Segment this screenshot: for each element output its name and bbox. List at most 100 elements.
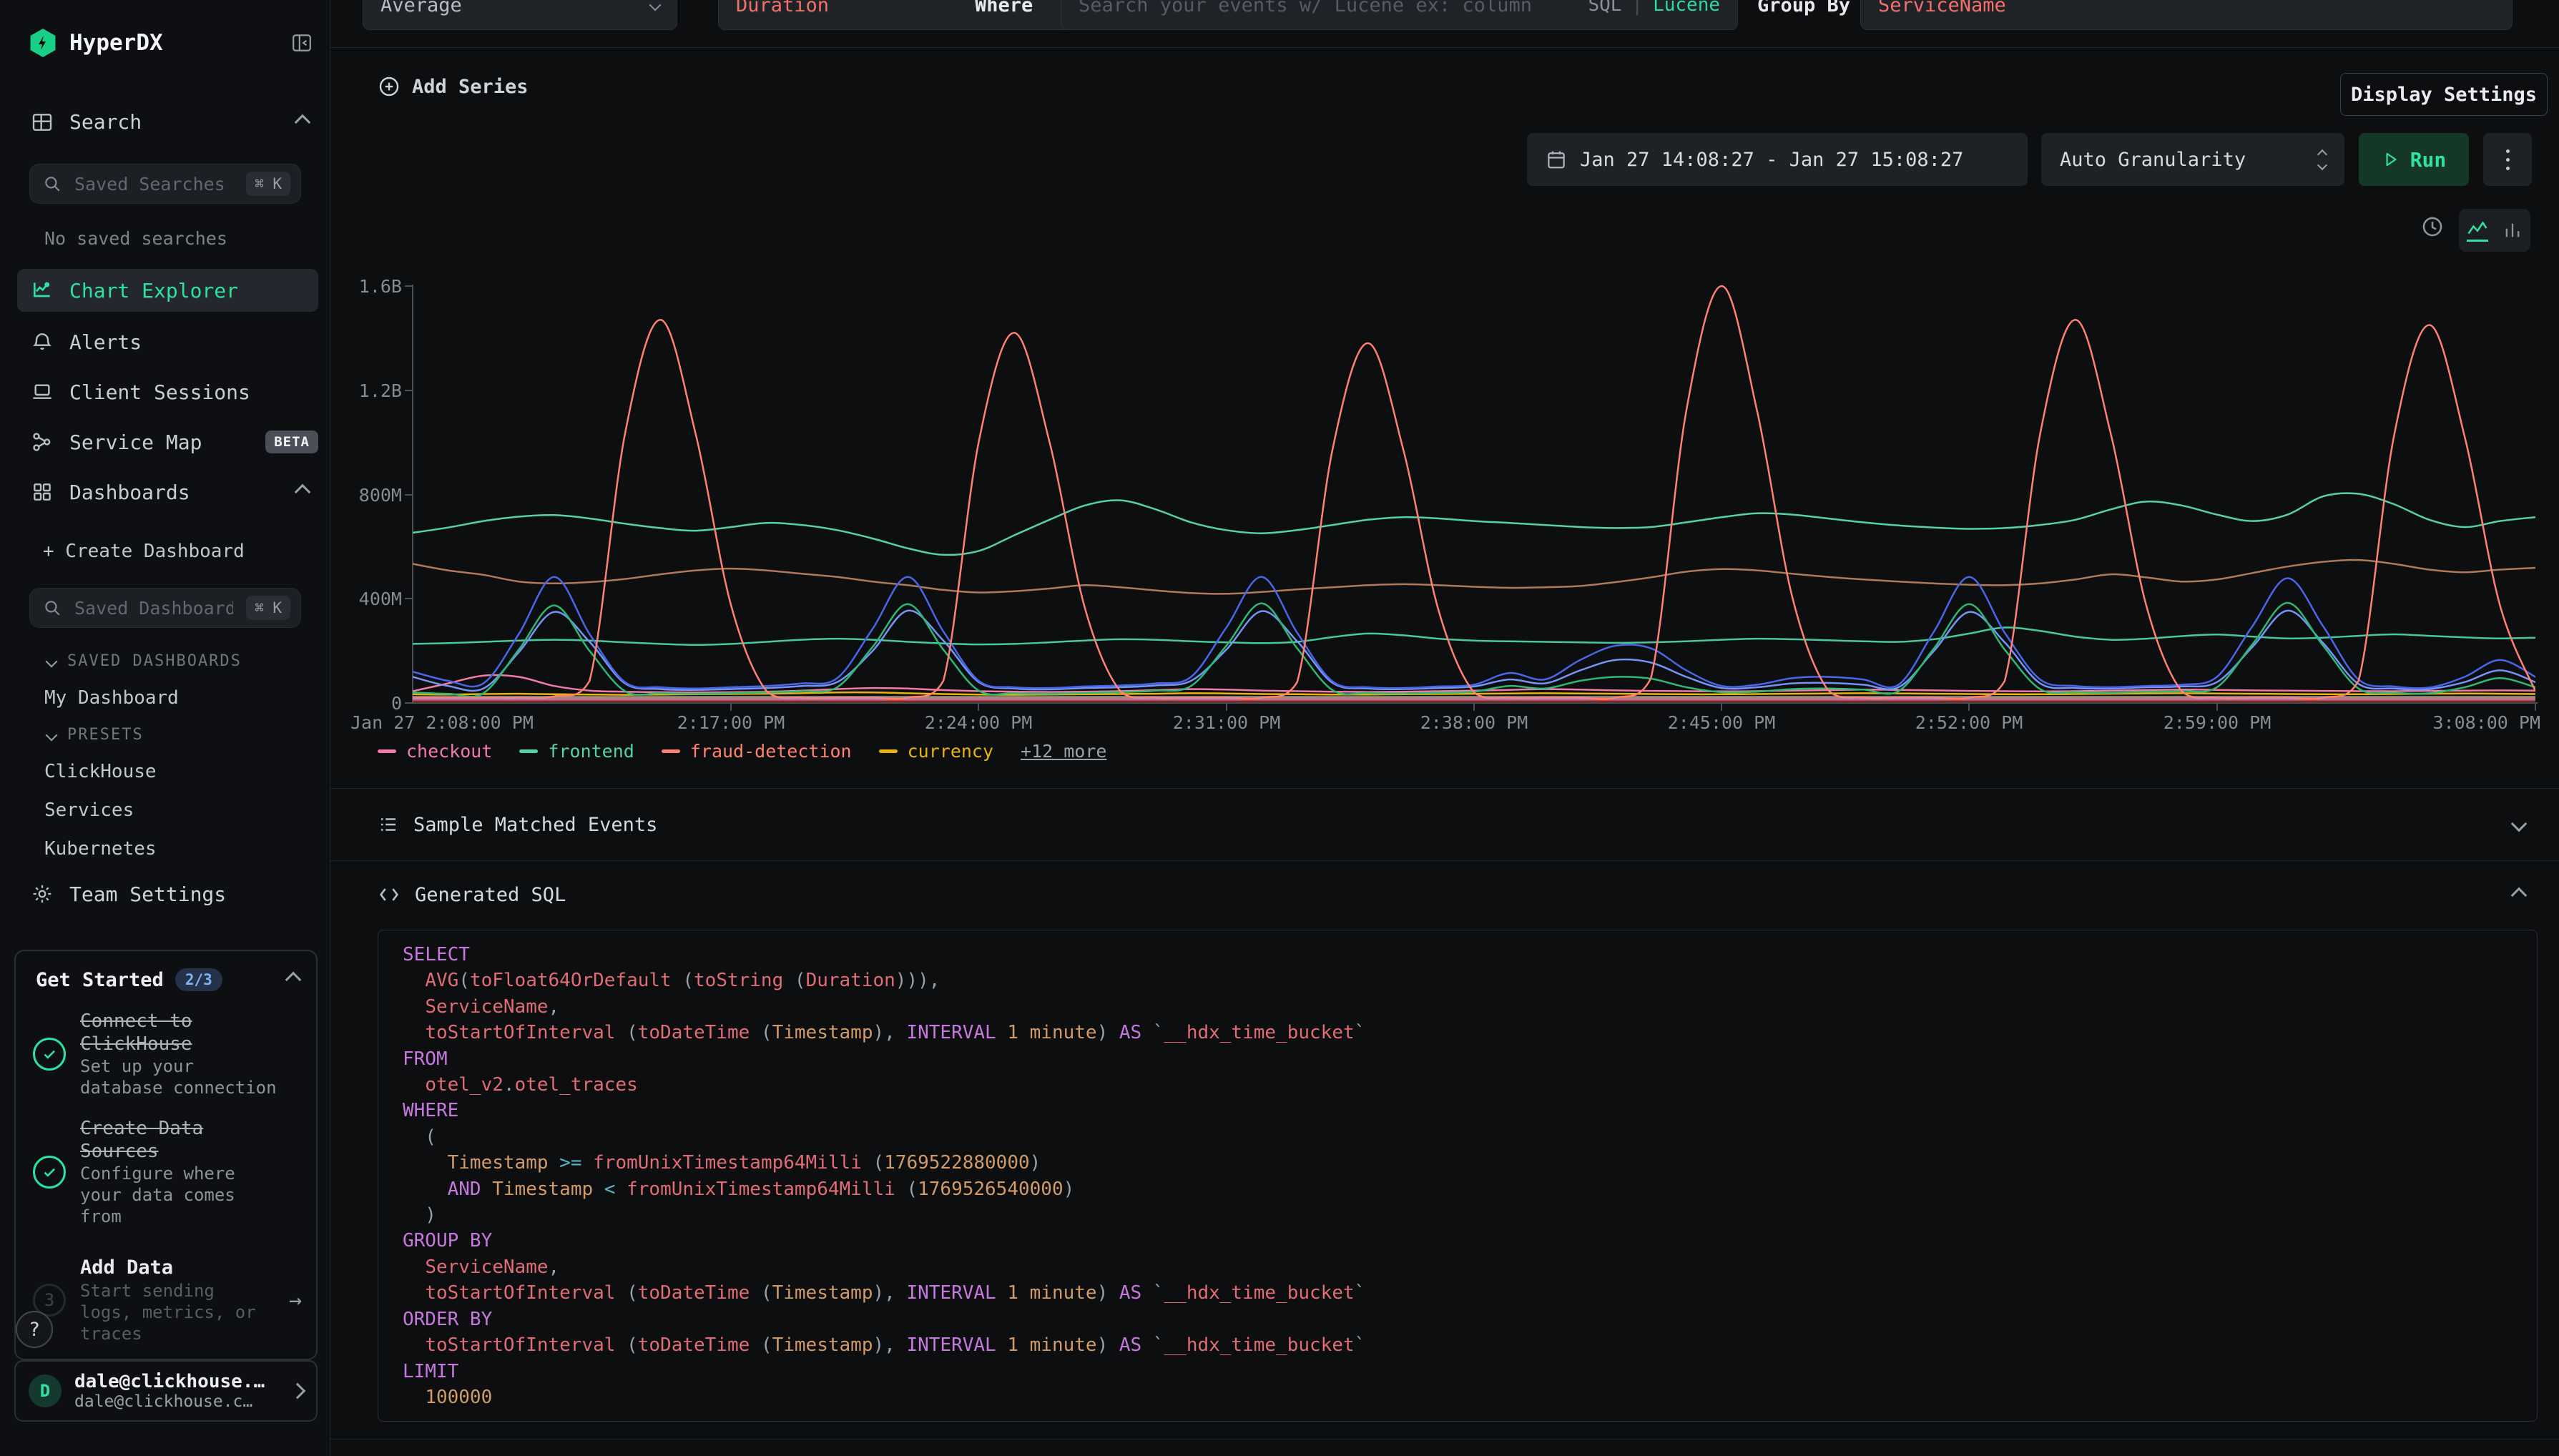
legend-item-fraud-detection[interactable]: fraud-detection [662, 741, 852, 762]
y-axis-label: 800M [336, 485, 402, 506]
chevron-down-icon[interactable] [2511, 816, 2528, 832]
sidebar-item-kubernetes[interactable]: Kubernetes [44, 838, 330, 860]
get-started-step-sources[interactable]: Create DataSources Configure whereyour d… [33, 1117, 302, 1227]
section-title: Generated SQL [415, 884, 566, 906]
saved-dashboards-input[interactable] [73, 597, 235, 619]
get-started-step-connect[interactable]: Connect toClickHouse Set up yourdatabase… [33, 1010, 302, 1098]
mode-sql[interactable]: SQL [1588, 0, 1621, 16]
aggregation-select[interactable]: Average [363, 0, 677, 30]
more-options-button[interactable] [2483, 133, 2532, 186]
date-range-value: Jan 27 14:08:27 - Jan 27 15:08:27 [1580, 149, 1963, 171]
mode-lucene[interactable]: Lucene [1653, 0, 1720, 16]
get-started-panel: Get Started 2/3 Connect toClickHouse Set… [14, 950, 318, 1360]
sidebar-item-label: Client Sessions [69, 380, 318, 404]
check-circle-icon [33, 1038, 66, 1071]
line-chart-toggle-icon[interactable] [2467, 219, 2488, 242]
sidebar-collapse-icon[interactable] [291, 32, 313, 54]
series-(unlabeled) [413, 560, 2535, 594]
step-title: Add Data [80, 1256, 272, 1280]
timeseries-chart[interactable] [413, 279, 2535, 703]
chart-explorer-icon [31, 279, 54, 302]
sidebar-item-clickhouse[interactable]: ClickHouse [44, 761, 330, 782]
x-axis-label: 2:17:00 PM [659, 712, 802, 733]
help-button[interactable]: ? [16, 1311, 53, 1348]
sidebar-item-alerts[interactable]: Alerts [17, 322, 318, 362]
chevron-right-icon [290, 1383, 306, 1400]
sidebar-item-services[interactable]: Services [44, 800, 330, 821]
time-display-icon[interactable] [2420, 215, 2445, 239]
app-root: HyperDX Search ⌘ K No saved searches Cha… [0, 0, 2559, 1456]
sample-matched-events-header[interactable]: Sample Matched Events [378, 807, 657, 842]
group-presets[interactable]: PRESETS [47, 726, 330, 744]
chevron-down-icon [46, 729, 58, 741]
legend-swatch [519, 749, 538, 753]
x-axis-label: 2:52:00 PM [1897, 712, 2040, 733]
sidebar-item-label: Team Settings [69, 882, 226, 906]
display-settings-button[interactable]: Display Settings [2340, 73, 2548, 116]
group-by-input[interactable]: ServiceName [1860, 0, 2513, 30]
series-(unlabeled) [413, 577, 2535, 689]
chart-legend: checkout frontend fraud-detection curren… [378, 741, 1106, 762]
user-name: dale@clickhouse.… [74, 1371, 279, 1392]
saved-searches-searchbox[interactable]: ⌘ K [29, 164, 301, 204]
saved-searches-input[interactable] [73, 173, 235, 195]
legend-item-currency[interactable]: currency [879, 741, 993, 762]
sidebar-section-search-label: Search [69, 110, 281, 134]
series-(unlabeled) [413, 611, 2535, 691]
service-map-icon [31, 431, 54, 453]
search-query-input[interactable]: Search your events w/ Lucene ex: column:… [1061, 0, 1738, 30]
sidebar-item-chart-explorer[interactable]: Chart Explorer [17, 269, 318, 312]
sidebar-item-team-settings[interactable]: Team Settings [31, 881, 330, 907]
laptop-icon [31, 380, 54, 403]
legend-item-checkout[interactable]: checkout [378, 741, 492, 762]
field-value: Duration [736, 0, 829, 16]
chevron-down-icon [46, 655, 58, 667]
user-menu[interactable]: D dale@clickhouse.… dale@clickhouse.c… [14, 1360, 318, 1422]
arrow-right-icon: → [289, 1288, 302, 1313]
get-started-header[interactable]: Get Started 2/3 [16, 951, 316, 991]
x-axis-label: 2:59:00 PM [2146, 712, 2289, 733]
sidebar-item-label: Chart Explorer [69, 279, 318, 302]
y-axis-label: 0 [336, 693, 402, 714]
date-range-picker[interactable]: Jan 27 14:08:27 - Jan 27 15:08:27 [1527, 133, 2028, 186]
chevron-up-icon [285, 972, 302, 988]
sql-code-block: SELECT AVG(toFloat64OrDefault (toString … [378, 930, 2538, 1422]
divider [330, 1439, 2559, 1440]
step-desc: Start sendinglogs, metrics, ortraces [80, 1280, 272, 1344]
get-started-step-add-data[interactable]: 3 Add Data Start sendinglogs, metrics, o… [33, 1256, 302, 1344]
shortcut-badge: ⌘ K [246, 596, 290, 620]
check-circle-icon [33, 1156, 66, 1189]
series-fraud-detection [413, 286, 2535, 699]
search-icon [43, 599, 62, 617]
plus-circle-icon [378, 75, 401, 98]
no-saved-searches-text: No saved searches [44, 228, 330, 249]
add-series-button[interactable]: Add Series [378, 70, 529, 103]
group-by-value: ServiceName [1878, 0, 2006, 16]
sidebar-item-my-dashboard[interactable]: My Dashboard [44, 687, 330, 709]
legend-more-link[interactable]: +12 more [1021, 741, 1106, 762]
chart-type-toggle[interactable] [2459, 209, 2530, 252]
sidebar-item-client-sessions[interactable]: Client Sessions [17, 372, 318, 412]
run-button[interactable]: Run [2359, 133, 2469, 186]
series-(unlabeled) [413, 627, 2535, 644]
group-saved-dashboards[interactable]: SAVED DASHBOARDS [47, 652, 330, 670]
x-axis-label: 2:38:00 PM [1403, 712, 1546, 733]
generated-sql-header[interactable]: Generated SQL [378, 877, 566, 913]
step-title: Create DataSources [80, 1117, 302, 1163]
aggregation-value: Average [380, 0, 462, 16]
list-icon [378, 814, 399, 835]
chevron-up-icon[interactable] [2511, 887, 2528, 904]
saved-dashboards-searchbox[interactable]: ⌘ K [29, 588, 301, 628]
sidebar-section-search[interactable]: Search [31, 110, 308, 134]
create-dashboard-button[interactable]: + Create Dashboard [43, 541, 330, 562]
y-axis-label: 1.2B [336, 380, 402, 401]
legend-item-frontend[interactable]: frontend [519, 741, 634, 762]
sidebar-item-service-map[interactable]: Service Map BETA [17, 422, 318, 462]
select-chevrons-icon [2319, 151, 2326, 169]
x-axis-label: Jan 27 2:08:00 PM [350, 712, 534, 733]
granularity-select[interactable]: Auto Granularity [2041, 133, 2344, 186]
get-started-title: Get Started [36, 969, 164, 991]
sidebar-item-dashboards[interactable]: Dashboards [17, 472, 318, 512]
bar-chart-toggle-icon[interactable] [2502, 220, 2523, 240]
mode-divider: | [1631, 0, 1643, 16]
